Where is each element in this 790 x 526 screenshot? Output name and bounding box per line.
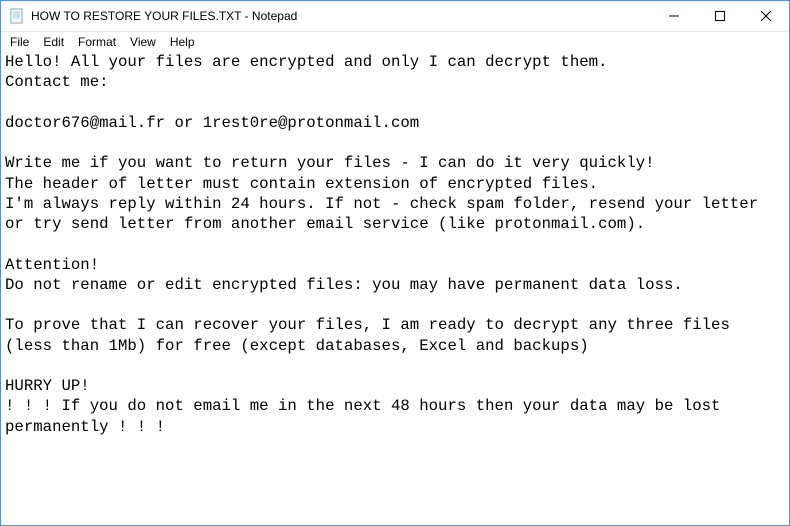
window-title: HOW TO RESTORE YOUR FILES.TXT - Notepad [31, 9, 651, 23]
notepad-window: HOW TO RESTORE YOUR FILES.TXT - Notepad … [0, 0, 790, 526]
close-button[interactable] [743, 1, 789, 31]
titlebar[interactable]: HOW TO RESTORE YOUR FILES.TXT - Notepad [1, 1, 789, 32]
menu-edit[interactable]: Edit [36, 34, 71, 50]
maximize-button[interactable] [697, 1, 743, 31]
minimize-button[interactable] [651, 1, 697, 31]
menubar: File Edit Format View Help [1, 32, 789, 52]
document-text[interactable]: Hello! All your files are encrypted and … [5, 52, 785, 437]
menu-file[interactable]: File [3, 34, 36, 50]
menu-format[interactable]: Format [71, 34, 123, 50]
menu-view[interactable]: View [123, 34, 163, 50]
text-area[interactable]: Hello! All your files are encrypted and … [1, 52, 789, 525]
notepad-icon [9, 8, 25, 24]
menu-help[interactable]: Help [163, 34, 202, 50]
window-controls [651, 1, 789, 31]
